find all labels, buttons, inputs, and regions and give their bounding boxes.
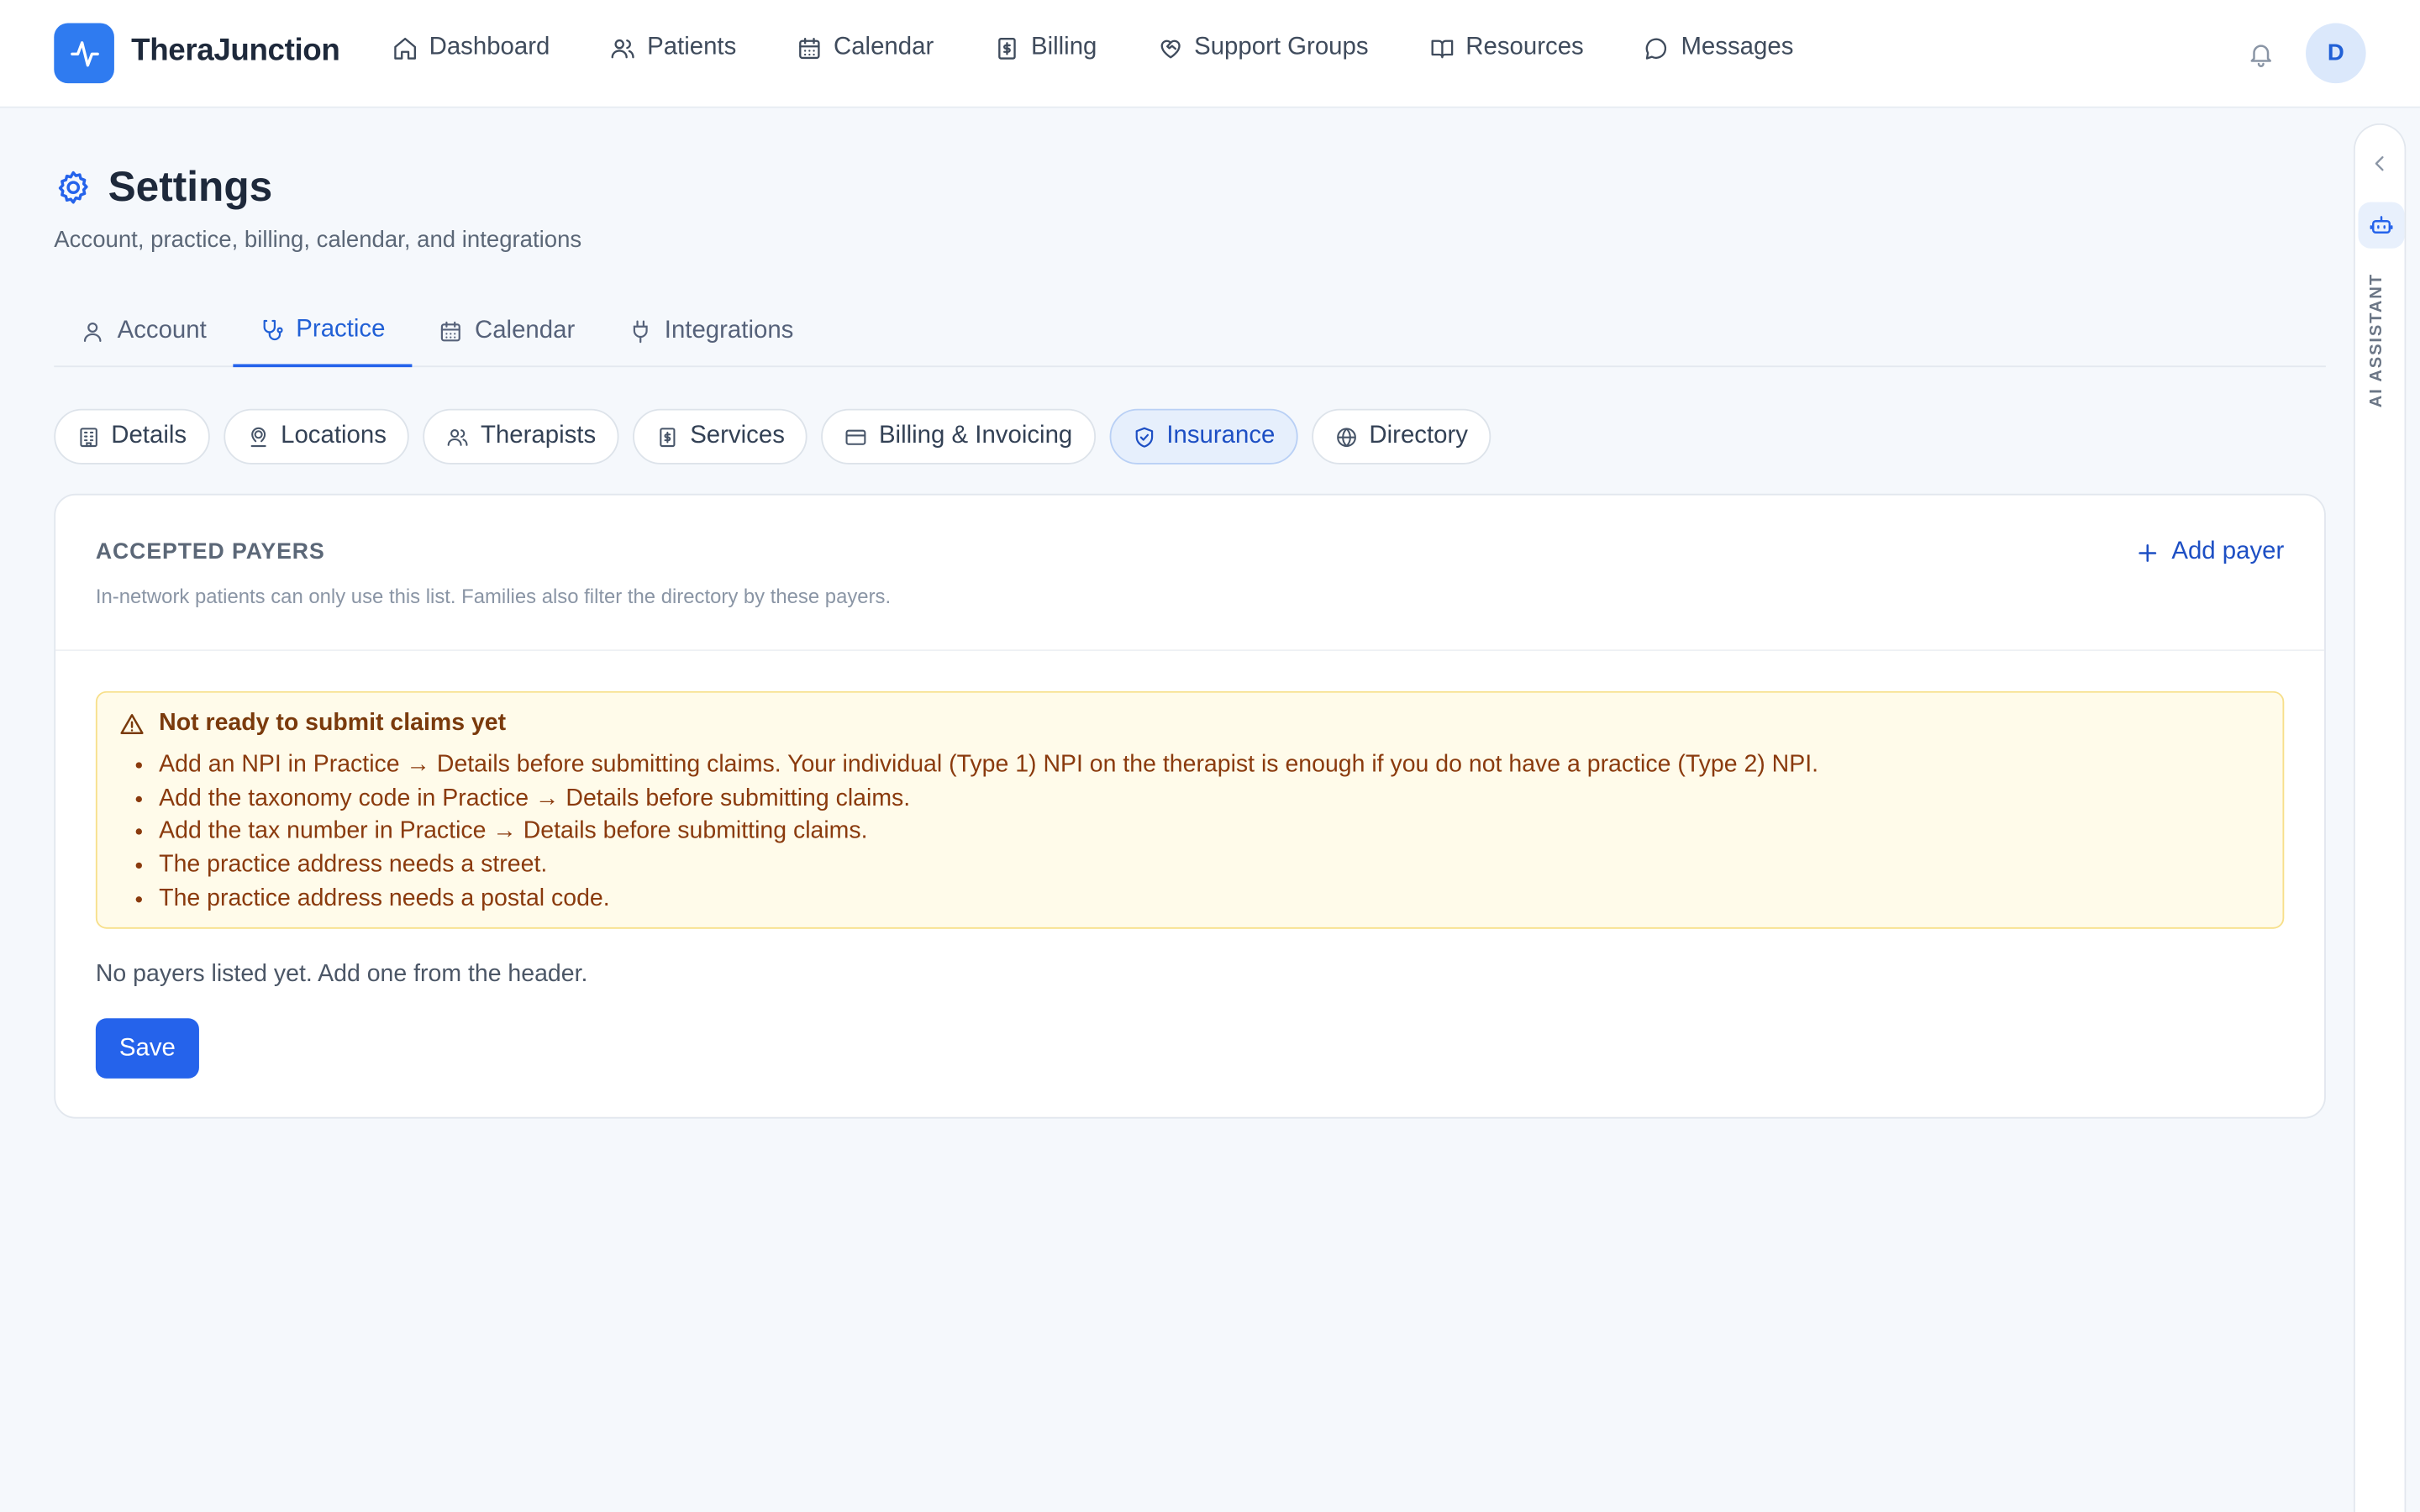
tab-account[interactable]: Account xyxy=(54,297,233,366)
subtab-directory[interactable]: Directory xyxy=(1312,408,1491,465)
subtab-label: Insurance xyxy=(1166,423,1276,449)
credit-card-icon xyxy=(846,428,867,444)
tab-label: Practice xyxy=(296,316,386,343)
heart-handshake-icon xyxy=(1160,39,1181,58)
subtab-label: Directory xyxy=(1369,423,1468,449)
activity-icon xyxy=(70,40,98,66)
tab-calendar[interactable]: Calendar xyxy=(412,297,602,366)
nav-item-calendar[interactable]: Calendar xyxy=(797,34,934,61)
stethoscope-icon xyxy=(263,319,283,341)
nav-label: Support Groups xyxy=(1194,34,1369,60)
ai-assistant-rail: AI ASSISTANT xyxy=(2353,123,2407,1512)
ai-assistant-label: AI ASSISTANT xyxy=(2367,273,2386,408)
message-circle-icon xyxy=(1645,37,1667,59)
practice-subtabs: Details Locations Therapists Services Bi… xyxy=(54,408,1491,465)
subtab-locations[interactable]: Locations xyxy=(224,408,410,465)
add-payer-button[interactable]: Add payer xyxy=(2136,538,2284,566)
nav-label: Resources xyxy=(1465,34,1584,60)
building-icon xyxy=(80,427,97,447)
map-pin-user-icon xyxy=(250,426,266,447)
tab-practice[interactable]: Practice xyxy=(232,297,412,368)
bot-icon xyxy=(2370,216,2393,234)
chevron-left-icon[interactable] xyxy=(2369,153,2391,175)
empty-payers-message: No payers listed yet. Add one from the h… xyxy=(95,961,588,988)
nav-label: Messages xyxy=(1681,34,1794,60)
nav-item-messages[interactable]: Messages xyxy=(1644,34,1793,61)
accepted-payers-card: ACCEPTED PAYERS In-network patients can … xyxy=(54,493,2326,1119)
page-subtitle: Account, practice, billing, calendar, an… xyxy=(54,226,582,254)
subtab-label: Services xyxy=(690,423,785,449)
tab-label: Calendar xyxy=(474,317,576,344)
subtab-label: Locations xyxy=(281,423,387,449)
alert-item: The practice address needs a street. xyxy=(159,848,1818,882)
receipt-icon xyxy=(998,37,1016,59)
users-icon xyxy=(612,39,635,58)
plus-icon xyxy=(2139,543,2157,561)
globe-icon xyxy=(1337,427,1357,447)
subtab-label: Billing & Invoicing xyxy=(878,423,1073,449)
page-header: Settings xyxy=(54,164,272,212)
calendar-icon xyxy=(440,320,460,341)
save-button[interactable]: Save xyxy=(95,1018,199,1079)
nav-item-patients[interactable]: Patients xyxy=(610,34,736,61)
page-title: Settings xyxy=(108,163,273,210)
ai-assistant-button[interactable] xyxy=(2358,202,2405,249)
subtab-label: Therapists xyxy=(480,423,597,449)
alert-item: Add the tax number in Practice → Details… xyxy=(159,816,1818,849)
brand-name[interactable]: TheraJunction xyxy=(131,34,340,69)
alert-item: Add an NPI in Practice → Details before … xyxy=(159,748,1818,782)
nav-item-support-groups[interactable]: Support Groups xyxy=(1157,34,1369,61)
subtab-details[interactable]: Details xyxy=(54,408,210,465)
user-icon xyxy=(83,322,102,342)
receipt-icon xyxy=(660,427,676,447)
card-description: In-network patients can only use this li… xyxy=(95,585,892,608)
warning-triangle-icon xyxy=(120,714,144,734)
users-icon xyxy=(448,428,469,446)
app-logo[interactable] xyxy=(54,23,114,84)
tab-integrations[interactable]: Integrations xyxy=(601,297,819,366)
claims-warning-alert: Not ready to submit claims yet Add an NP… xyxy=(95,690,2285,929)
shield-check-icon xyxy=(1135,426,1153,447)
nav-label: Dashboard xyxy=(429,34,550,60)
nav-item-resources[interactable]: Resources xyxy=(1428,34,1584,61)
calendar-icon xyxy=(799,37,820,59)
nav-label: Calendar xyxy=(833,34,934,60)
subtab-billing-invoicing[interactable]: Billing & Invoicing xyxy=(821,408,1096,465)
home-icon xyxy=(394,37,417,59)
plug-icon xyxy=(632,319,647,343)
nav-item-dashboard[interactable]: Dashboard xyxy=(392,34,550,61)
card-header: ACCEPTED PAYERS In-network patients can … xyxy=(55,496,2325,652)
nav-item-billing[interactable]: Billing xyxy=(994,34,1097,61)
subtab-label: Details xyxy=(111,423,187,449)
alert-item: Add the taxonomy code in Practice → Deta… xyxy=(159,782,1818,816)
alert-title: Not ready to submit claims yet xyxy=(159,709,507,737)
user-avatar[interactable]: D xyxy=(2306,23,2366,84)
book-open-icon xyxy=(1430,39,1453,58)
nav-label: Patients xyxy=(647,34,737,60)
alert-list: Add an NPI in Practice → Details before … xyxy=(159,748,1818,916)
tab-label: Integrations xyxy=(664,317,794,344)
card-title: ACCEPTED PAYERS xyxy=(95,539,325,565)
add-payer-label: Add payer xyxy=(2171,538,2285,565)
bell-icon[interactable] xyxy=(2247,40,2275,68)
subtab-therapists[interactable]: Therapists xyxy=(424,408,619,465)
top-navbar: TheraJunction Dashboard Patients Calenda… xyxy=(0,0,2420,108)
gear-icon xyxy=(58,171,88,204)
alert-item: The practice address needs a postal code… xyxy=(159,882,1818,916)
subtab-insurance[interactable]: Insurance xyxy=(1109,408,1298,465)
nav-label: Billing xyxy=(1030,34,1097,60)
settings-tabs: Account Practice Calendar Integrations xyxy=(54,297,2326,368)
tab-label: Account xyxy=(117,317,207,344)
subtab-services[interactable]: Services xyxy=(633,408,808,465)
main-nav: Dashboard Patients Calendar Billing Supp… xyxy=(392,34,1854,61)
